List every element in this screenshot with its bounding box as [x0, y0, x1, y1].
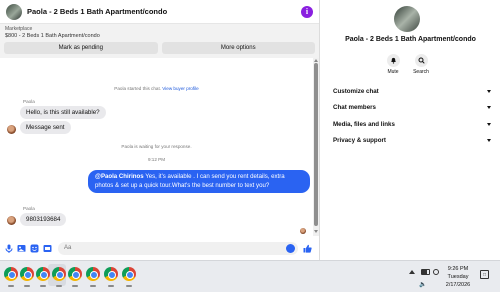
section-media-files-links[interactable]: Media, files and links [333, 119, 491, 129]
section-label: Media, files and links [333, 120, 395, 128]
chat-title[interactable]: Paola - 2 Beds 1 Bath Apartment/condo [27, 7, 301, 16]
scroll-down-icon[interactable] [314, 230, 318, 233]
view-buyer-profile-link[interactable]: View buyer profile [162, 86, 198, 91]
scrollbar-thumb[interactable] [314, 63, 318, 226]
chrome-icon[interactable] [36, 267, 50, 281]
listing-photo[interactable] [394, 6, 420, 32]
running-indicator [8, 285, 14, 287]
running-indicator [126, 285, 132, 287]
incoming-message[interactable]: Message sent [20, 121, 71, 134]
clock-date[interactable]: 2/17/2026 [438, 282, 478, 288]
running-indicator [108, 285, 114, 287]
details-pane: Paola - 2 Beds 1 Bath Apartment/condo Mu… [321, 0, 500, 260]
section-label: Customize chat [333, 87, 379, 95]
marketplace-label: Marketplace [5, 26, 33, 32]
chrome-icon[interactable] [20, 267, 34, 281]
chevron-down-icon [487, 89, 491, 93]
listing-thumbnail[interactable] [6, 3, 22, 20]
mute-label: Mute [387, 69, 399, 75]
incoming-message[interactable]: 9803193684 [20, 213, 67, 226]
avatar[interactable] [7, 216, 16, 225]
search-button[interactable]: Search [409, 54, 433, 75]
marketplace-banner: Marketplace $800 - 2 Beds 1 Bath Apartme… [0, 24, 319, 58]
running-indicator [72, 285, 78, 287]
listing-price-title[interactable]: $800 - 2 Beds 1 Bath Apartment/condo [4, 33, 315, 40]
message-input[interactable]: Aa [58, 241, 298, 255]
chrome-icon[interactable] [86, 267, 100, 281]
speaker-icon[interactable]: 🔈 [419, 281, 426, 288]
chrome-icon[interactable] [122, 267, 136, 281]
chevron-down-icon [487, 122, 491, 126]
read-receipt-avatar [300, 228, 306, 234]
outgoing-message[interactable]: @Paola Chirinos Yes, it's available . I … [88, 170, 310, 193]
taskbar: 🔈 9:26 PM Tuesday 2/17/2026 □ [0, 260, 500, 292]
running-indicator [40, 285, 46, 287]
timestamp: 9:12 PM [147, 157, 166, 162]
bell-icon [386, 54, 400, 67]
section-customize-chat[interactable]: Customize chat [333, 86, 491, 96]
search-icon [414, 54, 428, 67]
chat-pane: Paola - 2 Beds 1 Bath Apartment/condo i … [0, 0, 320, 260]
gif-icon[interactable] [43, 244, 52, 253]
search-label: Search [413, 69, 429, 75]
scroll-up-icon[interactable] [314, 59, 318, 62]
mute-button[interactable]: Mute [381, 54, 405, 75]
chat-started-notice: Paola started this chat. View buyer prof… [114, 86, 199, 91]
emoji-icon[interactable] [286, 243, 295, 253]
chrome-icon[interactable] [4, 267, 18, 281]
notification-icon[interactable]: □ [480, 270, 489, 279]
clock-day[interactable]: Tuesday [438, 274, 478, 280]
tray-chevron-up-icon[interactable] [409, 270, 415, 274]
battery-icon[interactable] [421, 269, 430, 275]
screen: Paola - 2 Beds 1 Bath Apartment/condo i … [0, 0, 500, 292]
avatar[interactable] [7, 125, 16, 134]
section-privacy-support[interactable]: Privacy & support [333, 135, 491, 145]
sender-name: Paola [23, 99, 35, 104]
chrome-icon[interactable] [68, 267, 82, 281]
message-input-placeholder: Aa [64, 245, 72, 251]
composer: Aa [0, 238, 320, 258]
chrome-icon[interactable] [104, 267, 118, 281]
like-icon[interactable] [303, 244, 312, 253]
chevron-down-icon [487, 138, 491, 142]
details-title: Paola - 2 Beds 1 Bath Apartment/condo [345, 36, 476, 43]
info-icon[interactable]: i [301, 5, 313, 18]
microphone-icon[interactable] [4, 244, 13, 253]
section-chat-members[interactable]: Chat members [333, 102, 491, 112]
more-options-button[interactable]: More options [161, 42, 315, 54]
section-label: Privacy & support [333, 136, 386, 144]
mention[interactable]: @Paola Chirinos [95, 173, 144, 180]
chat-header: Paola - 2 Beds 1 Bath Apartment/condo i [0, 0, 319, 24]
sender-name: Paola [23, 206, 35, 211]
message-list: Paola started this chat. View buyer prof… [0, 58, 313, 236]
incoming-message[interactable]: Hello, is this still available? [20, 106, 106, 119]
waiting-notice: Paola is waiting for your response. [121, 144, 192, 149]
running-indicator [24, 285, 30, 287]
section-label: Chat members [333, 103, 376, 111]
sticker-icon[interactable] [30, 244, 39, 253]
chevron-down-icon [487, 105, 491, 109]
running-indicator [90, 285, 96, 287]
running-indicator [56, 285, 62, 287]
mark-as-pending-button[interactable]: Mark as pending [4, 42, 158, 54]
image-icon[interactable] [17, 244, 26, 253]
clock-time[interactable]: 9:26 PM [438, 266, 478, 272]
chrome-icon[interactable] [52, 267, 66, 281]
